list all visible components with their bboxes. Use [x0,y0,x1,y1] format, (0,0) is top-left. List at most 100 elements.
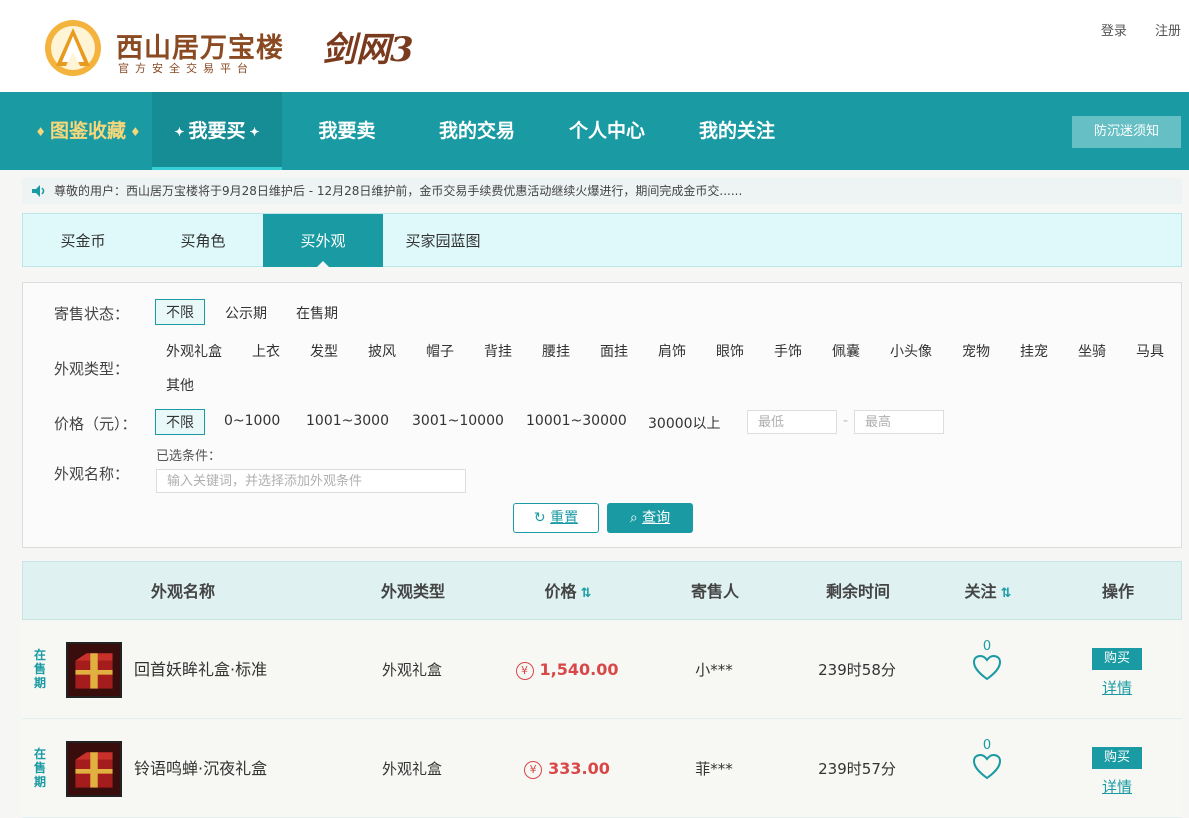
tab-buy-home-blueprint[interactable]: 买家园蓝图 [383,214,503,267]
status-filter-label: 寄售状态： [54,305,130,323]
nav-item-buy[interactable]: ✦ 我要买 ✦ [152,92,282,170]
type-option[interactable]: 眼饰 [716,341,744,361]
query-button[interactable]: ⌕ 查询 [607,503,693,533]
appearance-type: 外观礼盒 [381,760,442,778]
appearance-type: 外观礼盒 [381,661,442,679]
buy-category-tabs: 买金币 买角色 买外观 买家园蓝图 [22,213,1182,268]
price-min-input[interactable] [747,410,837,434]
buy-button[interactable]: 购买 [1092,747,1142,769]
notice-text: 尊敬的用户：西山居万宝楼将于9月28日维护后 - 12月28日维护前，金币交易手… [54,184,743,198]
reset-button[interactable]: ↻ 重置 [513,503,599,533]
anti-addiction-notice-button[interactable]: 防沉迷须知 [1072,116,1181,148]
sort-icon[interactable]: ⇅ [1001,586,1012,601]
type-option[interactable]: 上衣 [252,341,280,361]
name-filter-label: 外观名称： [54,465,130,483]
follow-cell: 0 [957,639,1017,686]
buy-button[interactable]: 购买 [1092,648,1142,670]
search-icon: ⌕ [629,510,638,526]
price-option[interactable]: 3001~10000 [412,413,504,429]
nav-item-my-follows[interactable]: 我的关注 [685,92,789,170]
type-option[interactable]: 肩饰 [658,341,686,361]
type-option[interactable]: 手饰 [774,341,802,361]
nav-item-collection[interactable]: ♦ 图鉴收藏 ♦ [24,92,152,170]
login-link[interactable]: 登录 [1101,24,1127,39]
price-cell: ¥333.00 [502,720,632,818]
type-option[interactable]: 佩囊 [832,341,860,361]
refresh-icon: ↻ [533,510,546,526]
column-header-follow[interactable]: 关注 ⇅ [938,562,1038,621]
nav-item-label: 图鉴收藏 [49,120,126,142]
logo-emblem-icon [45,20,101,76]
price-option[interactable]: 0~1000 [224,413,280,429]
price-filter-label: 价格（元）： [54,415,137,433]
tab-buy-character[interactable]: 买角色 [143,214,263,267]
appearance-name-link[interactable]: 铃语鸣蝉·沉夜礼盒 [134,720,267,818]
appearance-name-input[interactable] [156,469,466,493]
column-header-actions: 操作 [1101,582,1134,601]
detail-link[interactable]: 详情 [1092,677,1142,698]
price-option[interactable]: 1001~3000 [306,413,389,429]
type-option[interactable]: 腰挂 [542,341,570,361]
type-option[interactable]: 背挂 [484,341,512,361]
remaining-time: 239时58分 [818,661,896,679]
nav-item-sell[interactable]: 我要卖 [302,92,392,170]
type-option[interactable]: 发型 [310,341,338,361]
price-option[interactable]: 10001~30000 [526,413,627,429]
flame-icon: ♦ [130,125,141,139]
top-header: 西山居万宝楼 官方安全交易平台 剑网3 登录 注册 [0,0,1189,92]
heart-icon[interactable] [972,654,1002,682]
nav-item-label: 我要买 [188,120,246,142]
type-option[interactable]: 帽子 [426,341,454,361]
type-option[interactable]: 披风 [368,341,396,361]
selected-conditions-label: 已选条件： [156,449,222,464]
tab-buy-gold[interactable]: 买金币 [23,214,143,267]
status-option-public[interactable]: 公示期 [225,303,267,323]
price-option[interactable]: 30000以上 [648,413,721,433]
type-option[interactable]: 坐骑 [1078,341,1106,361]
follow-count: 0 [982,738,992,753]
tab-buy-appearance[interactable]: 买外观 [263,214,383,268]
results-table-header: 外观名称 外观类型 价格 ⇅ 寄售人 剩余时间 关注 ⇅ 操作 [22,561,1182,620]
flame-icon: ♦ [35,125,46,139]
gift-box-icon[interactable] [66,642,122,698]
price-option-any[interactable]: 不限 [155,409,205,435]
nav-item-personal-center[interactable]: 个人中心 [555,92,659,170]
column-header-seller: 寄售人 [690,582,739,601]
status-badge: 在售期 [34,648,47,690]
game-logo[interactable]: 剑网3 [322,22,414,71]
type-option[interactable]: 马具 [1136,341,1164,361]
price-range-separator: - [843,413,849,429]
seller-name: 菲*** [695,760,733,778]
type-option[interactable]: 挂宠 [1020,341,1048,361]
nav-item-my-trades[interactable]: 我的交易 [425,92,529,170]
gift-box-icon[interactable] [66,741,122,797]
account-links: 登录 注册 [1077,20,1181,39]
yuan-icon: ¥ [524,761,543,779]
price-max-input[interactable] [854,410,944,434]
status-option-any[interactable]: 不限 [155,299,205,325]
notice-bar[interactable]: 尊敬的用户：西山居万宝楼将于9月28日维护后 - 12月28日维护前，金币交易手… [22,178,1182,204]
table-row: 在售期 回首妖眸礼盒·标准 外观礼盒 ¥1,540.00 小*** 239时58… [22,621,1182,719]
column-header-type: 外观类型 [380,582,445,601]
type-option[interactable]: 其他 [166,375,194,395]
type-option[interactable]: 面挂 [600,341,628,361]
remaining-time: 239时57分 [818,760,896,778]
status-option-on-sale[interactable]: 在售期 [296,303,338,323]
type-option[interactable]: 外观礼盒 [166,341,222,361]
sort-icon[interactable]: ⇅ [581,586,592,601]
appearance-name-link[interactable]: 回首妖眸礼盒·标准 [134,621,267,719]
filter-panel: 寄售状态： 不限 公示期 在售期 外观类型： 外观礼盒 上衣 发型 披风 帽子 … [22,282,1182,548]
column-header-price[interactable]: 价格 ⇅ [513,562,623,621]
heart-icon[interactable] [972,753,1002,781]
type-filter-label: 外观类型： [54,360,130,378]
price-cell: ¥1,540.00 [502,621,632,719]
register-link[interactable]: 注册 [1155,24,1181,39]
type-option[interactable]: 小头像 [890,341,932,361]
detail-link[interactable]: 详情 [1092,776,1142,797]
diamond-icon: ✦ [249,125,260,139]
logo-subtitle: 官方安全交易平台 [118,62,254,75]
seller-name: 小*** [695,661,733,679]
type-option[interactable]: 宠物 [962,341,990,361]
diamond-icon: ✦ [174,125,185,139]
yuan-icon: ¥ [515,662,534,680]
